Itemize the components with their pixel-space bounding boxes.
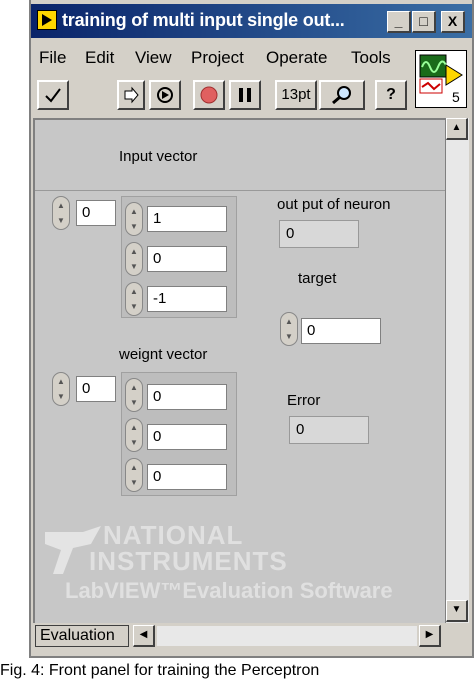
run-arrow-button[interactable] (117, 80, 145, 110)
weight-index-field[interactable]: 0 (76, 376, 116, 402)
input-index-field[interactable]: 0 (76, 200, 116, 226)
watermark-line2: INSTRUMENTS (89, 546, 288, 576)
abort-button[interactable] (193, 80, 225, 110)
font-size-button[interactable]: 13pt (275, 80, 317, 110)
close-button[interactable]: X (441, 11, 465, 33)
run-continuous-button[interactable] (149, 80, 181, 110)
error-indicator: 0 (289, 416, 369, 444)
maximize-button[interactable]: □ (412, 11, 436, 33)
error-label: Error (287, 392, 321, 409)
labview-window: training of multi input single out... _ … (29, 0, 474, 658)
input-vector-label: Input vector (119, 148, 198, 165)
weight-index-spinner[interactable]: ▲ ▼ (52, 372, 70, 406)
toolbar: 13pt ? (31, 74, 413, 118)
input-index-spinner[interactable]: ▲ ▼ (52, 196, 70, 230)
menu-project[interactable]: Project (191, 48, 244, 68)
vertical-scrollbar[interactable]: ▲ ▼ (445, 118, 469, 623)
stop-icon (200, 86, 218, 104)
target-field[interactable]: 0 (301, 318, 381, 344)
weight-element-0[interactable]: 0 (147, 384, 227, 410)
evaluation-tab[interactable]: Evaluation (35, 625, 129, 647)
pause-icon (239, 88, 251, 102)
scroll-right-button[interactable]: ▶ (419, 625, 441, 647)
weight-element-spinner-0[interactable]: ▲ ▼ (125, 378, 143, 412)
input-element-1[interactable]: 0 (147, 246, 227, 272)
target-spinner[interactable]: ▲ ▼ (280, 312, 298, 346)
input-element-2[interactable]: -1 (147, 286, 227, 312)
minimize-button[interactable]: _ (387, 11, 411, 33)
output-indicator: 0 (279, 220, 359, 248)
checkmark-icon (45, 88, 61, 103)
vi-icon[interactable]: 5 (415, 50, 467, 108)
checkmark-button[interactable] (37, 80, 69, 110)
front-panel: Input vector ▲ ▼ 0 ▲ ▼ 1 ▲ ▼ 0 ▲ ▼ -1 out pu… (33, 118, 445, 623)
menu-view[interactable]: View (135, 48, 172, 68)
panel-divider (35, 190, 445, 191)
menu-edit[interactable]: Edit (85, 48, 114, 68)
window-title: training of multi input single out... (62, 10, 345, 30)
figure-caption: Fig. 4: Front panel for training the Per… (0, 662, 320, 679)
help-button[interactable]: ? (375, 80, 407, 110)
run-arrow-icon (124, 86, 139, 104)
menu-bar: File Edit View Project Operate Tools (31, 42, 413, 74)
input-element-spinner-2[interactable]: ▲ ▼ (125, 282, 143, 316)
menu-tools[interactable]: Tools (351, 48, 391, 68)
scroll-up-button[interactable]: ▲ (446, 118, 468, 140)
input-element-spinner-0[interactable]: ▲ ▼ (125, 202, 143, 236)
menu-operate[interactable]: Operate (266, 48, 327, 68)
vi-number: 5 (452, 89, 460, 105)
watermark-line3: LabVIEW™Evaluation Software (65, 578, 393, 603)
run-continuous-icon (157, 87, 173, 103)
zoom-button[interactable] (319, 80, 365, 110)
target-label: target (298, 270, 337, 287)
input-element-spinner-1[interactable]: ▲ ▼ (125, 242, 143, 276)
status-bar: Evaluation ◀ ▶ (31, 623, 472, 651)
menu-file[interactable]: File (39, 48, 66, 68)
output-label: out put of neuron (277, 196, 391, 213)
weight-vector-label: weignt vector (119, 346, 208, 363)
title-bar[interactable]: training of multi input single out... _ … (31, 4, 472, 38)
horizontal-scrollbar[interactable] (157, 626, 417, 646)
scroll-left-button[interactable]: ◀ (133, 625, 155, 647)
weight-element-spinner-2[interactable]: ▲ ▼ (125, 458, 143, 492)
magnifier-icon (332, 86, 351, 105)
weight-element-2[interactable]: 0 (147, 464, 227, 490)
labview-run-icon (37, 10, 57, 30)
weight-element-spinner-1[interactable]: ▲ ▼ (125, 418, 143, 452)
weight-element-1[interactable]: 0 (147, 424, 227, 450)
input-element-0[interactable]: 1 (147, 206, 227, 232)
scroll-down-button[interactable]: ▼ (446, 600, 468, 622)
pause-button[interactable] (229, 80, 261, 110)
